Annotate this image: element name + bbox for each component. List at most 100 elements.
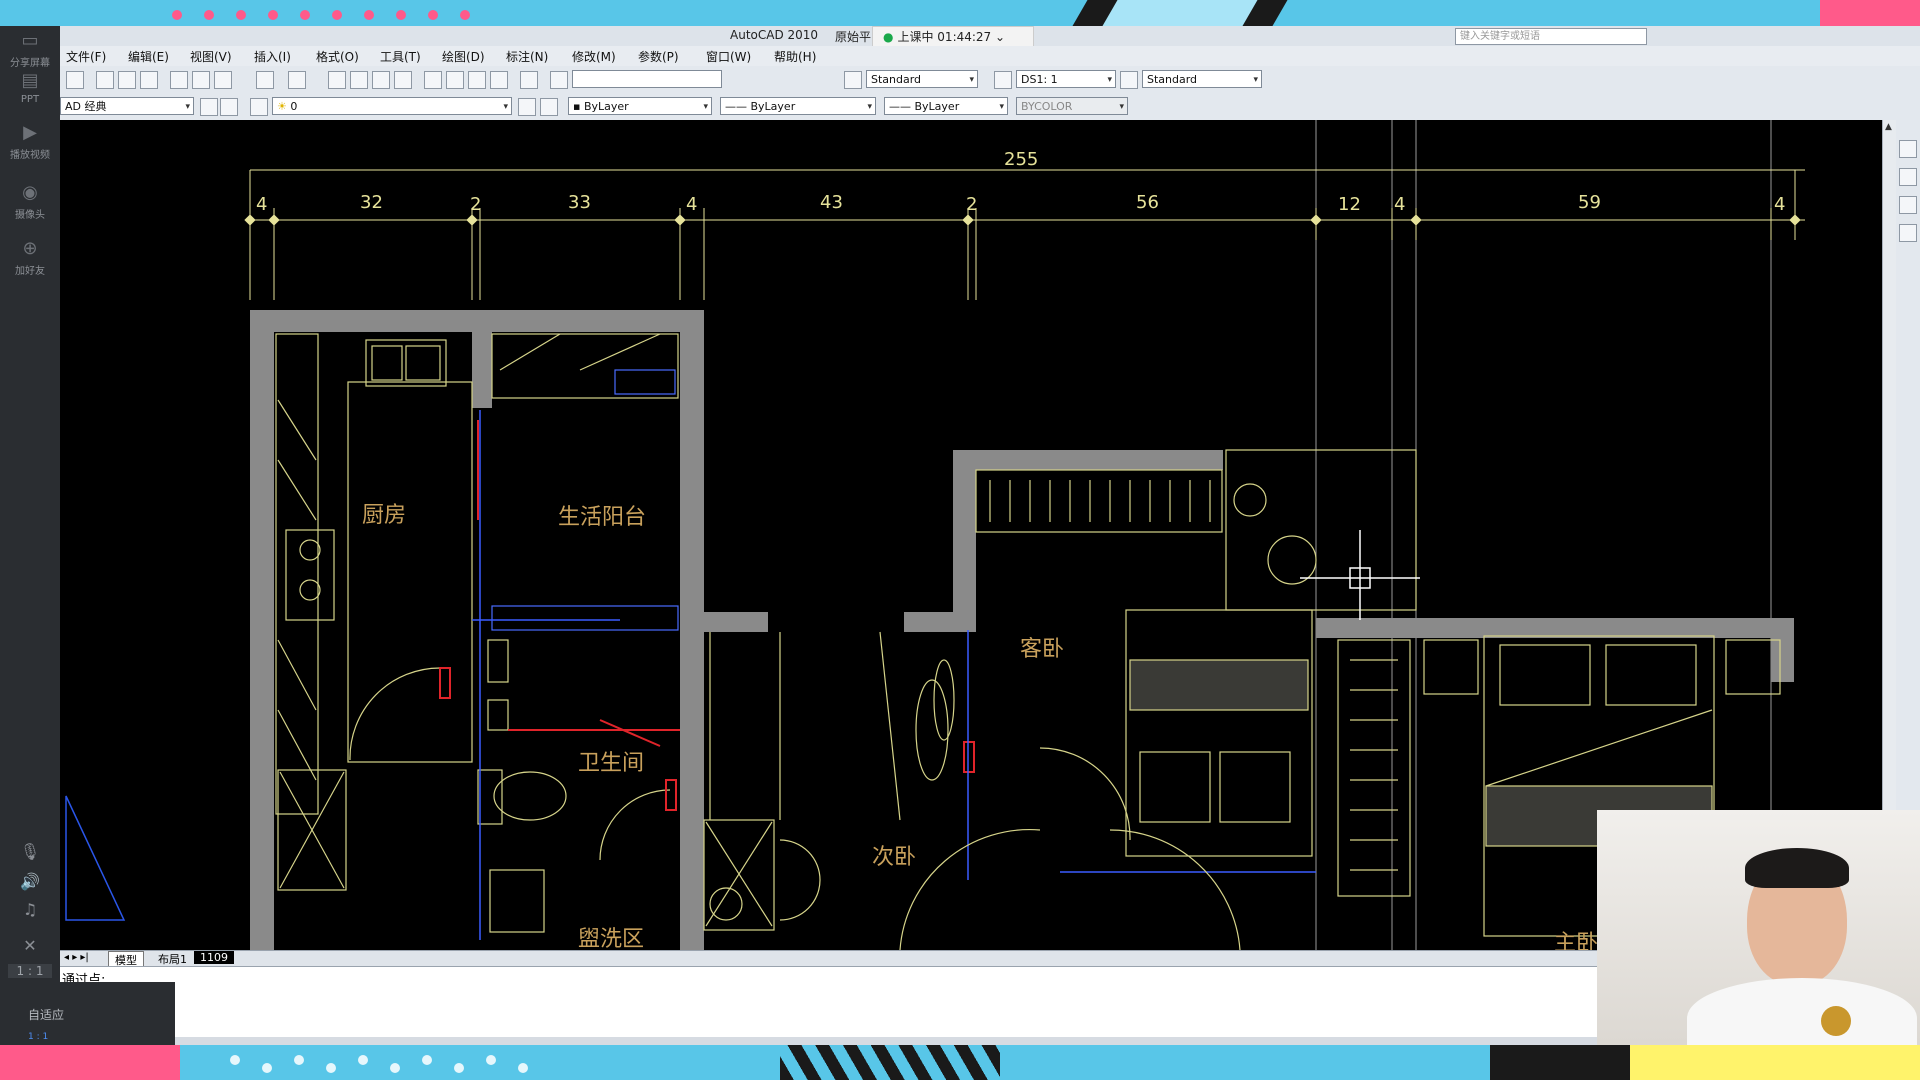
save-icon[interactable] <box>66 71 84 89</box>
layers-properties-toolbar: AD 经典 ▾ ☀ 0 ▾ ▪ ByLayer ▾ —— ByLayer ▾ —— By… <box>60 94 1920 121</box>
sidebar-ppt[interactable]: ▤ PPT <box>0 70 60 105</box>
ppt-icon: ▤ <box>21 70 39 91</box>
music-icon[interactable]: ♫ <box>0 900 60 919</box>
publish-icon[interactable] <box>140 71 158 89</box>
dimension-lines <box>249 169 1805 300</box>
zoom-previous-icon[interactable] <box>394 71 412 89</box>
zoom-window-icon[interactable] <box>372 71 390 89</box>
room-label-second-bedroom: 次卧 <box>872 845 916 870</box>
modify-tool-icon[interactable] <box>1899 140 1917 158</box>
menu-parametric[interactable]: 参数(P) <box>638 48 679 65</box>
dim-11: 4 <box>1774 194 1785 215</box>
room-label-balcony: 生活阳台 <box>558 505 646 530</box>
blank-combo[interactable] <box>572 70 722 88</box>
arc-tool-icon[interactable] <box>1899 224 1917 242</box>
tab-1109[interactable]: 1109 <box>194 951 234 964</box>
menu-insert[interactable]: 插入(I) <box>254 48 291 65</box>
print-icon[interactable] <box>96 71 114 89</box>
add-friend-icon: ⊕ <box>22 238 38 259</box>
live-sidebar: ▭ 分享屏幕 ▤ PPT ▶ 播放视频 ◉ 摄像头 ⊕ 加好友 🎙 🔊 ♫ ✕ … <box>0 26 60 1045</box>
pan-icon[interactable] <box>328 71 346 89</box>
menu-format[interactable]: 格式(O) <box>316 48 359 65</box>
menu-window[interactable]: 窗口(W) <box>706 48 751 65</box>
speaker-icon[interactable]: 🔊 <box>0 872 60 891</box>
undo-icon[interactable] <box>256 71 274 89</box>
ucs-icon <box>65 795 126 921</box>
menu-help[interactable]: 帮助(H) <box>774 48 816 65</box>
layer-previous-icon[interactable] <box>540 98 558 116</box>
linetype-select[interactable]: —— ByLayer ▾ <box>720 97 876 115</box>
tab-layout1[interactable]: 布局1 <box>152 951 193 967</box>
room-label-bathroom: 卫生间 <box>578 751 644 776</box>
lineweight-select[interactable]: —— ByLayer ▾ <box>884 97 1008 115</box>
file-name: 原始平 <box>835 30 872 44</box>
room-label-kitchen: 厨房 <box>362 503 406 528</box>
help-search-input[interactable]: 键入关键字或短语 <box>1455 28 1647 45</box>
menu-file[interactable]: 文件(F) <box>66 48 106 65</box>
microphone-prop <box>1821 1006 1851 1036</box>
copy-icon[interactable] <box>192 71 210 89</box>
table-style-select[interactable]: Standard ▾ <box>1142 70 1262 88</box>
menu-draw[interactable]: 绘图(D) <box>442 48 485 65</box>
menu-view[interactable]: 视图(V) <box>190 48 232 65</box>
tab-nav-arrows[interactable]: ◂ ▸ ▸| <box>64 952 89 963</box>
dim-1: 32 <box>360 192 383 213</box>
zoom-realtime-icon[interactable] <box>350 71 368 89</box>
sidebar-share-screen[interactable]: ▭ 分享屏幕 <box>0 30 60 69</box>
layer-manager-icon[interactable] <box>220 98 238 116</box>
line-tool-icon[interactable] <box>1899 196 1917 214</box>
zoom-ratio[interactable]: 1 : 1 <box>8 964 52 978</box>
sidebar-camera[interactable]: ◉ 摄像头 <box>0 182 60 221</box>
redo-icon[interactable] <box>288 71 306 89</box>
dim-5: 43 <box>820 192 843 213</box>
sidebar-add-friend[interactable]: ⊕ 加好友 <box>0 238 60 277</box>
workspace-settings-icon[interactable] <box>200 98 218 116</box>
dim-8: 12 <box>1338 194 1361 215</box>
live-status-pill[interactable]: ● 上课中 01:44:27 ⌄ <box>872 26 1034 48</box>
menu-bar: 文件(F) 编辑(E) 视图(V) 插入(I) 格式(O) 工具(T) 绘图(D… <box>60 46 1920 67</box>
design-center-icon[interactable] <box>446 71 464 89</box>
scroll-up-icon[interactable]: ▲ <box>1885 122 1892 132</box>
menu-dimension[interactable]: 标注(N) <box>506 48 548 65</box>
color-select[interactable]: ▪ ByLayer ▾ <box>568 97 712 115</box>
kitchen-cabinets <box>275 333 473 891</box>
dim-9: 4 <box>1394 194 1405 215</box>
dim-style-select[interactable]: DS1: 1 ▾ <box>1016 70 1116 88</box>
lightbulb-icon: ☀ <box>277 100 287 113</box>
dim-3: 33 <box>568 192 591 213</box>
layer-select[interactable]: ☀ 0 ▾ <box>272 97 512 115</box>
live-frame-bottom <box>0 1045 1920 1080</box>
app-title: AutoCAD 2010 <box>730 28 819 42</box>
room-label-guest-bedroom: 客卧 <box>1020 637 1064 662</box>
crosshair-cursor <box>1300 530 1420 620</box>
sidebar-play-video[interactable]: ▶ 播放视频 <box>0 122 60 161</box>
layer-state-icon[interactable] <box>250 98 268 116</box>
adaptive-panel[interactable]: 自适应 1 : 1 <box>0 982 175 1045</box>
make-current-layer-icon[interactable] <box>518 98 536 116</box>
cut-icon[interactable] <box>170 71 188 89</box>
sheet-set-icon[interactable] <box>490 71 508 89</box>
menu-edit[interactable]: 编辑(E) <box>128 48 169 65</box>
help-icon[interactable] <box>520 71 538 89</box>
markup-icon[interactable] <box>550 71 568 89</box>
chevron-down-icon: ⌄ <box>995 30 1006 44</box>
menu-tools[interactable]: 工具(T) <box>380 48 421 65</box>
dim-4: 4 <box>686 194 697 215</box>
fullscreen-icon[interactable]: ✕ <box>0 936 60 955</box>
menu-modify[interactable]: 修改(M) <box>572 48 616 65</box>
paste-icon[interactable] <box>214 71 232 89</box>
text-style-select[interactable]: Standard ▾ <box>866 70 978 88</box>
workspace-select[interactable]: AD 经典 ▾ <box>60 97 194 115</box>
camera-icon: ◉ <box>22 182 38 203</box>
tool-palette-icon[interactable] <box>468 71 486 89</box>
draw-tool-icon[interactable] <box>1899 168 1917 186</box>
adaptive-ratio: 1 : 1 <box>28 1032 49 1042</box>
properties-icon[interactable] <box>424 71 442 89</box>
microphone-icon[interactable]: 🎙 <box>0 842 60 861</box>
live-dot-icon: ● <box>883 30 894 44</box>
presenter-hair <box>1745 848 1849 888</box>
live-frame-top <box>0 0 1920 26</box>
room-label-wash-area: 盥洗区 <box>578 927 644 950</box>
preview-icon[interactable] <box>118 71 136 89</box>
text-style-icon <box>844 71 862 89</box>
